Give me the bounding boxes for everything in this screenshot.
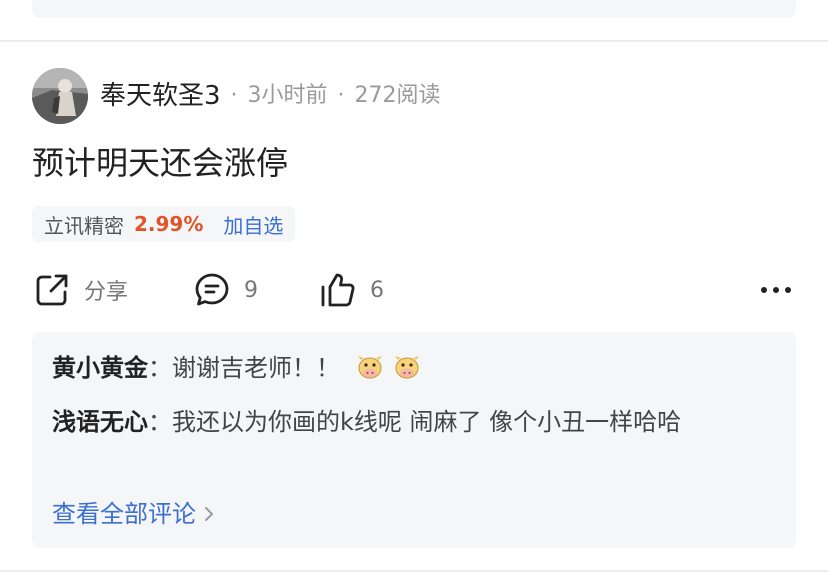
chevron-right-icon [205,507,213,521]
share-label: 分享 [84,280,129,305]
stock-tag[interactable]: 立讯精密 2.99% 加自选 [32,206,296,242]
like-button[interactable]: 6 [318,268,384,312]
more-dots-icon [756,270,796,310]
comment-text: 我还以为你画的k线呢 闹麻了 像个小丑一样哈哈 [172,408,682,436]
like-count: 6 [370,277,384,303]
author-name[interactable]: 奉天软圣3 [100,83,221,109]
share-button[interactable]: 分享 [32,268,128,312]
more-button[interactable] [756,268,796,312]
share-icon [32,270,72,310]
cow-face-emoji-icon [357,356,382,379]
add-watchlist-button[interactable]: 加自选 [223,210,283,239]
comment-separator: ： [148,408,172,436]
comment-button[interactable]: 9 [192,268,258,312]
post-divider-bottom [0,570,828,572]
stock-change: 2.99% [134,212,204,236]
comment-preview-box[interactable]: 黄小黄金：谢谢吉老师！！ 浅语无心：我还以为你画的k线呢 闹麻了 像个小丑一样哈… [32,332,796,548]
comment-count: 9 [244,277,258,303]
cow-face-emoji-icon [395,356,420,379]
comment-item[interactable]: 浅语无心：我还以为你画的k线呢 闹麻了 像个小丑一样哈哈 [52,404,776,441]
meta-separator: · [230,83,238,108]
comment-separator: ： [148,354,172,382]
meta-separator: · [337,83,345,108]
post-time: 3小时前 [247,83,328,108]
view-all-comments-link[interactable]: 查看全部评论 [52,496,214,532]
comment-icon [192,270,232,310]
comment-item[interactable]: 黄小黄金：谢谢吉老师！！ [52,350,776,387]
post-card[interactable]: 奉天软圣3 · 3小时前 · 272阅读 预计明天还会涨停 立讯精密 2.99%… [0,42,828,570]
thumbs-up-icon [318,270,358,310]
read-count: 272阅读 [354,83,441,108]
view-all-label: 查看全部评论 [52,500,196,528]
stock-name[interactable]: 立讯精密 [44,210,124,239]
post-content[interactable]: 预计明天还会涨停 [32,144,288,182]
comment-text: 谢谢吉老师！！ [172,354,340,382]
avatar-photo-icon [32,68,88,124]
author-row: 奉天软圣3 · 3小时前 · 272阅读 [32,68,441,124]
action-bar: 分享 9 6 [32,268,796,312]
previous-comment-card [32,0,796,18]
avatar[interactable] [32,68,88,124]
comment-author[interactable]: 黄小黄金 [52,354,148,382]
comment-author[interactable]: 浅语无心 [52,408,148,436]
